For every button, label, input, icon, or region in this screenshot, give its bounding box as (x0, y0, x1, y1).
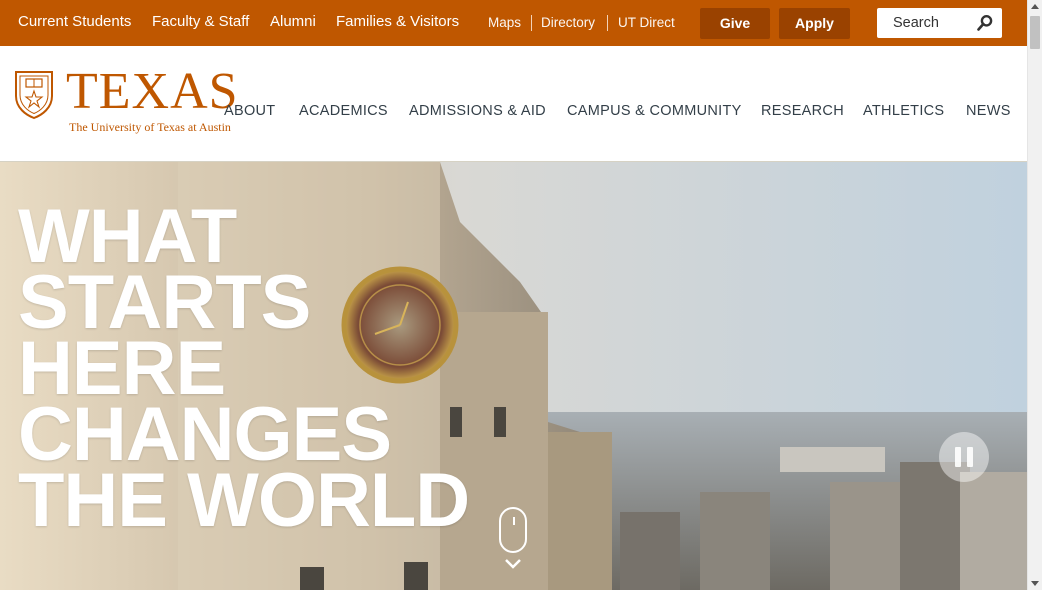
scrollbar-thumb[interactable] (1030, 16, 1040, 49)
search-input[interactable]: Search (893, 15, 939, 31)
logo-wordmark: TEXAS (66, 63, 239, 120)
nav-about[interactable]: ABOUT (224, 103, 275, 119)
scroll-down-icon[interactable] (1031, 581, 1039, 586)
utility-bar: Current Students Faculty & Staff Alumni … (0, 0, 1027, 46)
nav-admissions-aid[interactable]: ADMISSIONS & AID (409, 103, 546, 119)
link-families-visitors[interactable]: Families & Visitors (336, 13, 459, 31)
link-current-students[interactable]: Current Students (18, 13, 131, 31)
nav-academics[interactable]: ACADEMICS (299, 103, 388, 119)
page: Current Students Faculty & Staff Alumni … (0, 0, 1027, 590)
nav-athletics[interactable]: ATHLETICS (863, 103, 944, 119)
scroll-up-icon[interactable] (1031, 4, 1039, 9)
divider (531, 15, 532, 31)
chevron-down-icon[interactable] (504, 558, 522, 570)
main-header: TEXAS The University of Texas at Austin … (0, 46, 1027, 162)
link-directory[interactable]: Directory (541, 15, 595, 31)
link-alumni[interactable]: Alumni (270, 13, 316, 31)
headline-line: THE WORLD (18, 458, 470, 543)
logo-subtitle: The University of Texas at Austin (69, 120, 231, 134)
link-maps[interactable]: Maps (488, 15, 521, 31)
nav-campus-community[interactable]: CAMPUS & COMMUNITY (567, 103, 742, 119)
texas-logo[interactable]: TEXAS The University of Texas at Austin (14, 66, 239, 136)
apply-button[interactable]: Apply (779, 8, 850, 39)
link-faculty-staff[interactable]: Faculty & Staff (152, 13, 249, 31)
search-icon[interactable] (976, 14, 994, 32)
divider (607, 15, 608, 31)
search-box[interactable]: Search (877, 8, 1002, 38)
scroll-mouse-icon[interactable] (499, 507, 527, 553)
hero-headline: WHAT STARTS HERE CHANGES THE WORLD (18, 199, 470, 543)
link-ut-direct[interactable]: UT Direct (618, 15, 675, 31)
pause-icon[interactable] (939, 432, 989, 482)
nav-research[interactable]: RESEARCH (761, 103, 844, 119)
nav-news[interactable]: NEWS (966, 103, 1011, 119)
give-button[interactable]: Give (700, 8, 770, 39)
hero-video: WHAT STARTS HERE CHANGES THE WORLD (0, 162, 1027, 590)
scrollbar[interactable] (1027, 0, 1042, 590)
shield-icon (15, 71, 53, 120)
